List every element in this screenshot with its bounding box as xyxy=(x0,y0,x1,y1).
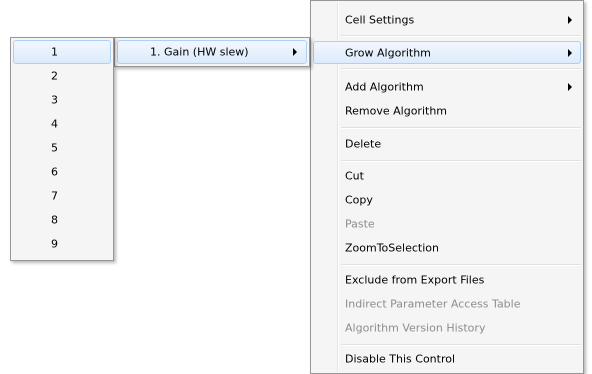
number-item-3[interactable]: 3 xyxy=(13,88,111,112)
menu-item-label: Exclude from Export Files xyxy=(345,273,485,287)
number-submenu: 1 2 3 4 5 6 7 8 9 xyxy=(10,37,114,261)
menu-separator xyxy=(341,68,581,70)
context-menu: Cell Settings Grow Algorithm Add Algorit… xyxy=(310,0,584,374)
menu-item-delete[interactable]: Delete xyxy=(313,132,581,156)
menu-item-label: Copy xyxy=(345,193,373,207)
menu-item-label: Cut xyxy=(345,169,364,183)
number-item-9[interactable]: 9 xyxy=(13,232,111,256)
number-item-7[interactable]: 7 xyxy=(13,184,111,208)
number-item-8[interactable]: 8 xyxy=(13,208,111,232)
menu-item-label: 5 xyxy=(51,141,58,155)
menu-item-algorithm-version-history: Algorithm Version History xyxy=(313,316,581,340)
menu-item-label: Indirect Parameter Access Table xyxy=(345,297,521,311)
menu-item-cut[interactable]: Cut xyxy=(313,164,581,188)
menu-item-label: 1 xyxy=(51,45,58,59)
menu-item-label: Add Algorithm xyxy=(345,80,424,94)
menu-item-exclude-from-export[interactable]: Exclude from Export Files xyxy=(313,268,581,292)
submenu-arrow-icon xyxy=(568,83,572,91)
menu-item-label: 2 xyxy=(51,69,58,83)
submenu-arrow-icon xyxy=(568,16,572,24)
menu-item-label: 9 xyxy=(51,237,58,251)
algorithm-submenu: 1. Gain (HW slew) xyxy=(114,37,310,67)
submenu-arrow-icon xyxy=(293,48,297,56)
menu-item-zoom-to-selection[interactable]: ZoomToSelection xyxy=(313,236,581,260)
number-item-5[interactable]: 5 xyxy=(13,136,111,160)
number-item-4[interactable]: 4 xyxy=(13,112,111,136)
menu-item-label: 3 xyxy=(51,93,58,107)
menu-item-remove-algorithm[interactable]: Remove Algorithm xyxy=(313,99,581,123)
menu-item-cell-settings[interactable]: Cell Settings xyxy=(313,8,581,32)
menu-item-label: 4 xyxy=(51,117,58,131)
menu-separator xyxy=(341,35,581,37)
menu-separator xyxy=(341,264,581,266)
number-item-1[interactable]: 1 xyxy=(13,40,111,64)
menu-item-label: 6 xyxy=(51,165,58,179)
menu-item-copy[interactable]: Copy xyxy=(313,188,581,212)
menu-separator xyxy=(341,160,581,162)
menu-item-label: Cell Settings xyxy=(345,13,415,27)
number-item-6[interactable]: 6 xyxy=(13,160,111,184)
submenu-arrow-icon xyxy=(568,48,572,57)
menu-item-indirect-parameter-access-table: Indirect Parameter Access Table xyxy=(313,292,581,316)
menu-item-disable-this-control[interactable]: Disable This Control xyxy=(313,348,581,370)
menu-item-label: 8 xyxy=(51,213,58,227)
menu-item-label: Remove Algorithm xyxy=(345,104,448,118)
menu-item-gain-hw-slew[interactable]: 1. Gain (HW slew) xyxy=(117,40,307,64)
menu-separator xyxy=(341,344,581,346)
menu-item-label: 1. Gain (HW slew) xyxy=(150,45,249,59)
menu-item-label: Paste xyxy=(345,217,375,231)
menu-item-label: Grow Algorithm xyxy=(345,46,431,59)
number-item-2[interactable]: 2 xyxy=(13,64,111,88)
menu-item-add-algorithm[interactable]: Add Algorithm xyxy=(313,75,581,99)
menu-item-label: 7 xyxy=(51,189,58,203)
menu-separator xyxy=(341,127,581,129)
menu-item-paste: Paste xyxy=(313,212,581,236)
menu-item-label: Disable This Control xyxy=(345,352,456,366)
menu-item-label: Algorithm Version History xyxy=(345,321,486,335)
menu-item-label: ZoomToSelection xyxy=(345,241,439,255)
menu-item-grow-algorithm[interactable]: Grow Algorithm xyxy=(313,41,581,64)
menu-item-label: Delete xyxy=(345,137,382,151)
